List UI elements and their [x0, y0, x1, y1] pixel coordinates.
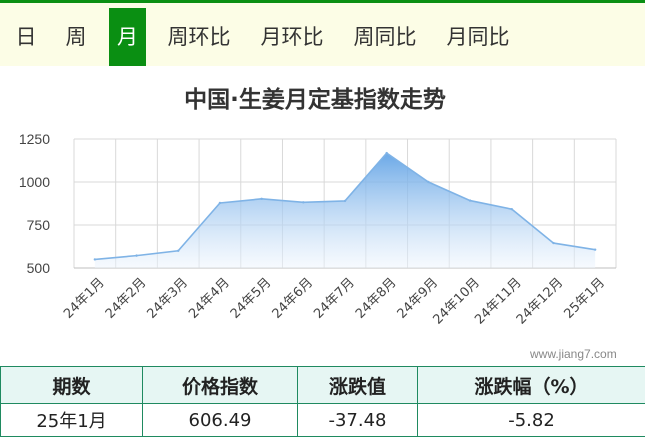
- tab-week-year-on-year[interactable]: 周同比: [349, 8, 421, 66]
- data-point-24年11月: [510, 207, 513, 211]
- watermark: www.jiang7.com: [530, 347, 617, 361]
- header-change-value: 涨跌值: [297, 366, 418, 404]
- x-tick-label: 24年6月: [270, 275, 317, 322]
- data-point-24年6月: [302, 201, 305, 204]
- tab-week[interactable]: 周: [58, 8, 94, 66]
- cell-change-percent: -5.82: [417, 403, 645, 437]
- period-tab-bar: 日 周 月 周环比 月环比 周同比 月同比: [0, 0, 645, 66]
- series-area-fill: [94, 153, 596, 268]
- index-summary-table: 期数 价格指数 涨跌值 涨跌幅（%） 25年1月 606.49 -37.48 -…: [0, 366, 645, 437]
- table-row: 25年1月 606.49 -37.48 -5.82: [0, 403, 645, 437]
- data-point-24年4月: [218, 201, 222, 205]
- data-point-24年3月: [177, 249, 180, 252]
- cell-period: 25年1月: [0, 403, 143, 437]
- data-point-24年9月: [427, 180, 430, 184]
- y-tick-label: 750: [27, 217, 51, 233]
- tab-week-on-week[interactable]: 周环比: [163, 8, 235, 66]
- x-tick-label: 25年1月: [561, 275, 608, 322]
- x-tick-label: 24年7月: [311, 275, 358, 322]
- tab-month-year-on-year[interactable]: 月同比: [442, 8, 514, 66]
- data-point-24年2月: [135, 254, 138, 257]
- cell-change-value: -37.48: [297, 403, 418, 437]
- header-change-percent: 涨跌幅（%）: [417, 366, 645, 404]
- x-tick-label: 24年2月: [103, 275, 150, 322]
- tab-day[interactable]: 日: [8, 8, 44, 66]
- x-tick-label: 24年5月: [228, 275, 275, 322]
- x-axis-ticks: 24年1月24年2月24年3月24年4月24年5月24年6月24年7月24年8月…: [61, 275, 608, 327]
- y-tick-label: 500: [27, 260, 51, 276]
- cell-price-index: 606.49: [142, 403, 298, 437]
- x-tick-label: 24年1月: [61, 275, 108, 322]
- table-header-row: 期数 价格指数 涨跌值 涨跌幅（%）: [0, 366, 645, 404]
- data-point-25年1月: [593, 248, 597, 251]
- data-point-24年10月: [468, 199, 472, 202]
- data-point-24年7月: [343, 199, 347, 203]
- tab-month[interactable]: 月: [109, 8, 146, 66]
- data-point-24年8月: [385, 151, 388, 155]
- index-area-chart: 500 750 1000 1250 24年1月24年2月24年3月24年4月24年5月…: [19, 131, 617, 328]
- x-tick-label: 24年3月: [145, 275, 192, 322]
- x-tick-label: 24年4月: [186, 275, 233, 322]
- header-price-index: 价格指数: [142, 366, 298, 404]
- y-tick-label: 1000: [19, 174, 50, 190]
- data-point-24年12月: [552, 241, 555, 245]
- y-tick-label: 1250: [19, 131, 50, 147]
- x-tick-label: 24年8月: [353, 275, 400, 322]
- series-area-layer: [93, 151, 597, 268]
- header-period: 期数: [0, 366, 143, 404]
- data-point-24年5月: [260, 197, 263, 201]
- data-point-24年1月: [93, 258, 97, 261]
- tab-month-on-month[interactable]: 月环比: [256, 8, 328, 66]
- y-axis-ticks: 500 750 1000 1250: [19, 131, 50, 276]
- chart-title: 中国·生姜月定基指数走势: [184, 87, 446, 113]
